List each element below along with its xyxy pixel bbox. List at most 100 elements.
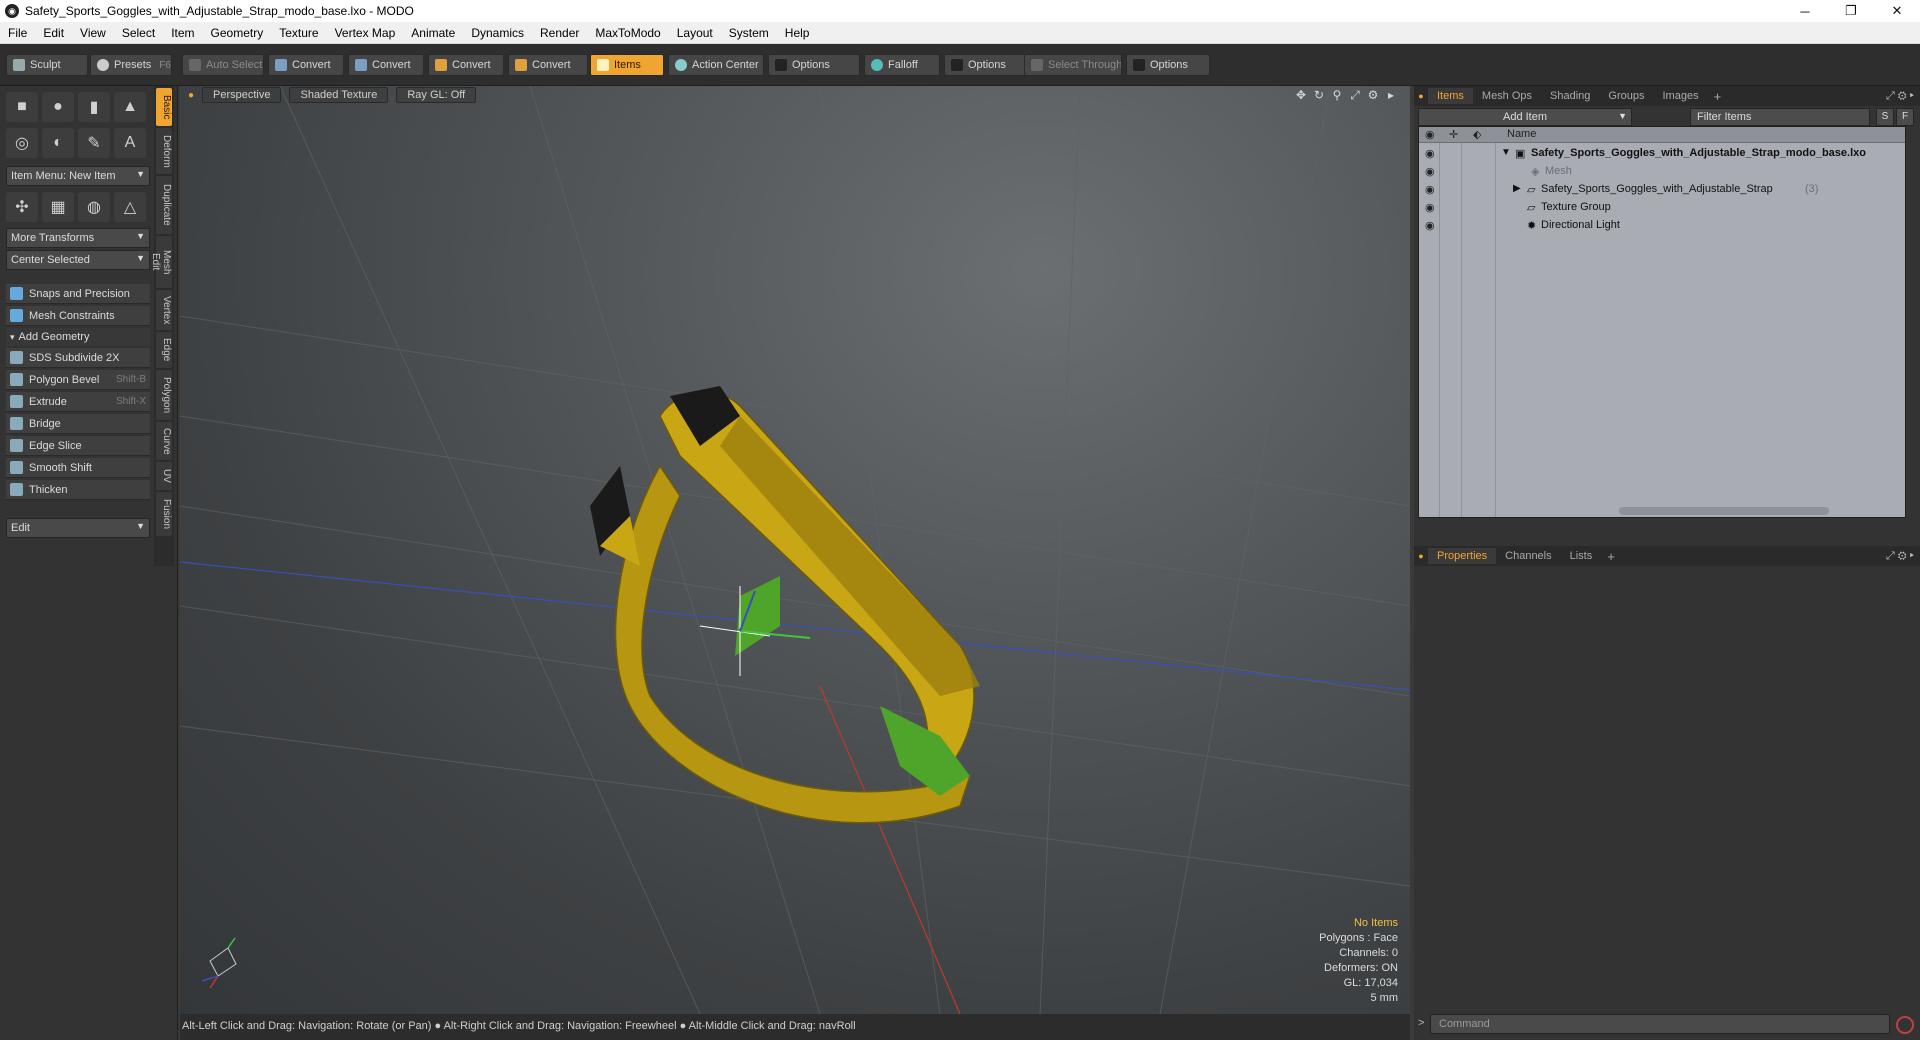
mesh-constraints-button[interactable]: Mesh Constraints <box>6 306 150 326</box>
menu-animate[interactable]: Animate <box>403 26 463 40</box>
item-row-texture-group[interactable]: ◉ ▱ Texture Group <box>1419 199 1905 217</box>
filter-s-button[interactable]: S <box>1876 108 1894 126</box>
pan-icon[interactable]: ✥ <box>1292 88 1310 103</box>
menu-file[interactable]: File <box>0 26 35 40</box>
convert-vertices-button[interactable]: Convert <box>268 54 344 76</box>
tab-items[interactable]: Items <box>1428 88 1473 104</box>
horizontal-scrollbar[interactable] <box>1619 507 1829 515</box>
sphere-icon[interactable]: ● <box>42 92 74 122</box>
convert-polygons-button[interactable]: Convert <box>428 54 504 76</box>
name-column-header[interactable]: Name <box>1507 128 1536 140</box>
polygon-bevel-button[interactable]: Polygon Bevel Shift-B <box>6 370 150 390</box>
eye-icon[interactable]: ◉ <box>1425 183 1435 196</box>
tab-properties[interactable]: Properties <box>1428 548 1497 564</box>
tab-uv[interactable]: UV <box>156 462 172 490</box>
select-through-button[interactable]: Select Through <box>1024 54 1122 76</box>
menu-select[interactable]: Select <box>114 26 163 40</box>
filter-items-input[interactable]: Filter Items <box>1690 108 1870 126</box>
auto-select-button[interactable]: Auto Select <box>182 54 264 76</box>
play-arrow-icon[interactable]: ▸ <box>1382 88 1400 103</box>
tab-mesh-ops[interactable]: Mesh Ops <box>1473 88 1541 104</box>
text-icon[interactable]: A <box>114 128 146 158</box>
add-tab-icon[interactable]: + <box>1601 549 1621 564</box>
pyramid-icon[interactable]: △ <box>114 192 146 222</box>
select-through-options-button[interactable]: Options <box>1126 54 1210 76</box>
tab-curve[interactable]: Curve <box>156 422 172 460</box>
eye-icon[interactable]: ◉ <box>1425 165 1435 178</box>
falloff-options-button[interactable]: Options <box>944 54 1026 76</box>
tab-mesh-edit[interactable]: Mesh Edit <box>150 236 172 288</box>
item-menu-dropdown[interactable]: Item Menu: New Item ▼ <box>6 166 150 186</box>
expand-panel-icon[interactable]: ⤢ ⚙ ▸ <box>1886 550 1914 563</box>
convert-edges-button[interactable]: Convert <box>348 54 424 76</box>
3d-viewport[interactable]: ● Perspective Shaded Texture Ray GL: Off… <box>180 86 1410 1014</box>
center-selected-dropdown[interactable]: Center Selected ▼ <box>6 250 150 270</box>
cone-icon[interactable]: ▲ <box>114 92 146 122</box>
snaps-precision-button[interactable]: Snaps and Precision <box>6 284 150 304</box>
minimize-button[interactable]: ─ <box>1782 0 1828 22</box>
menu-maxtomodo[interactable]: MaxToModo <box>587 26 668 40</box>
menu-dynamics[interactable]: Dynamics <box>463 26 532 40</box>
restore-button[interactable]: ❐ <box>1828 0 1874 22</box>
cube-icon[interactable]: ■ <box>6 92 38 122</box>
action-center-button[interactable]: Action Center <box>668 54 764 76</box>
eye-icon[interactable]: ◉ <box>1425 147 1435 160</box>
tab-lists[interactable]: Lists <box>1561 548 1602 564</box>
filter-f-button[interactable]: F <box>1896 108 1914 126</box>
item-row-scene[interactable]: ◉ ▼ ▣ Safety_Sports_Goggles_with_Adjusta… <box>1419 145 1905 163</box>
command-input[interactable]: Command <box>1430 1014 1890 1034</box>
bridge-button[interactable]: Bridge <box>6 414 150 434</box>
record-icon[interactable] <box>1896 1016 1914 1034</box>
rotate-icon[interactable]: ↻ <box>1310 88 1328 103</box>
menu-layout[interactable]: Layout <box>669 26 721 40</box>
presets-button[interactable]: Presets F6 <box>90 54 172 76</box>
tab-basic[interactable]: Basic <box>156 88 172 126</box>
thicken-button[interactable]: Thicken <box>6 480 150 500</box>
falloff-button[interactable]: Falloff <box>864 54 940 76</box>
tab-images[interactable]: Images <box>1654 88 1708 104</box>
item-row-mesh[interactable]: ◉ ◈ Mesh <box>1419 163 1905 181</box>
menu-item[interactable]: Item <box>163 26 202 40</box>
globe-icon[interactable]: ◍ <box>78 192 110 222</box>
menu-vertex-map[interactable]: Vertex Map <box>327 26 404 40</box>
eye-icon[interactable]: ◉ <box>1425 219 1435 232</box>
tab-shading[interactable]: Shading <box>1541 88 1599 104</box>
menu-render[interactable]: Render <box>532 26 587 40</box>
pen-icon[interactable]: ✎ <box>78 128 110 158</box>
gear-icon[interactable]: ⚙ <box>1364 88 1382 103</box>
zoom-icon[interactable]: ⚲ <box>1328 88 1346 103</box>
tab-channels[interactable]: Channels <box>1496 548 1560 564</box>
torus-icon[interactable]: ◎ <box>6 128 38 158</box>
menu-geometry[interactable]: Geometry <box>203 26 272 40</box>
expand-arrow-icon[interactable]: ▶ <box>1513 183 1521 194</box>
edit-dropdown[interactable]: Edit ▼ <box>6 518 150 538</box>
view-type-button[interactable]: Perspective <box>202 87 282 103</box>
menu-texture[interactable]: Texture <box>271 26 326 40</box>
tab-fusion[interactable]: Fusion <box>156 492 172 536</box>
convert-materials-button[interactable]: Convert <box>508 54 588 76</box>
menu-edit[interactable]: Edit <box>35 26 72 40</box>
expand-arrow-icon[interactable]: ▼ <box>1501 147 1511 158</box>
add-geometry-section[interactable]: ▾ Add Geometry <box>6 328 150 346</box>
extrude-button[interactable]: Extrude Shift-X <box>6 392 150 412</box>
cylinder-icon[interactable]: ▮ <box>78 92 110 122</box>
smooth-shift-button[interactable]: Smooth Shift <box>6 458 150 478</box>
menu-help[interactable]: Help <box>777 26 818 40</box>
sds-subdivide-button[interactable]: SDS Subdivide 2X <box>6 348 150 368</box>
shading-mode-button[interactable]: Shaded Texture <box>289 87 389 103</box>
action-center-options-button[interactable]: Options <box>768 54 860 76</box>
more-transforms-dropdown[interactable]: More Transforms ▼ <box>6 228 150 248</box>
tab-deform[interactable]: Deform <box>156 128 172 174</box>
edge-slice-button[interactable]: Edge Slice <box>6 436 150 456</box>
fit-icon[interactable]: ⤢ <box>1346 88 1364 103</box>
items-mode-button[interactable]: Items <box>590 54 664 76</box>
item-row-goggles[interactable]: ◉ ▶ ▱ Safety_Sports_Goggles_with_Adjusta… <box>1419 181 1905 199</box>
item-row-directional-light[interactable]: ◉ ✹ Directional Light <box>1419 217 1905 235</box>
transform-icon[interactable]: ✣ <box>6 192 38 222</box>
eye-icon[interactable]: ◉ <box>1425 201 1435 214</box>
add-item-dropdown[interactable]: Add Item ▼ <box>1418 108 1632 126</box>
capsule-icon[interactable]: ◐ <box>42 128 74 158</box>
tab-vertex[interactable]: Vertex <box>156 290 172 330</box>
close-button[interactable]: ✕ <box>1874 0 1920 22</box>
tab-duplicate[interactable]: Duplicate <box>156 176 172 234</box>
